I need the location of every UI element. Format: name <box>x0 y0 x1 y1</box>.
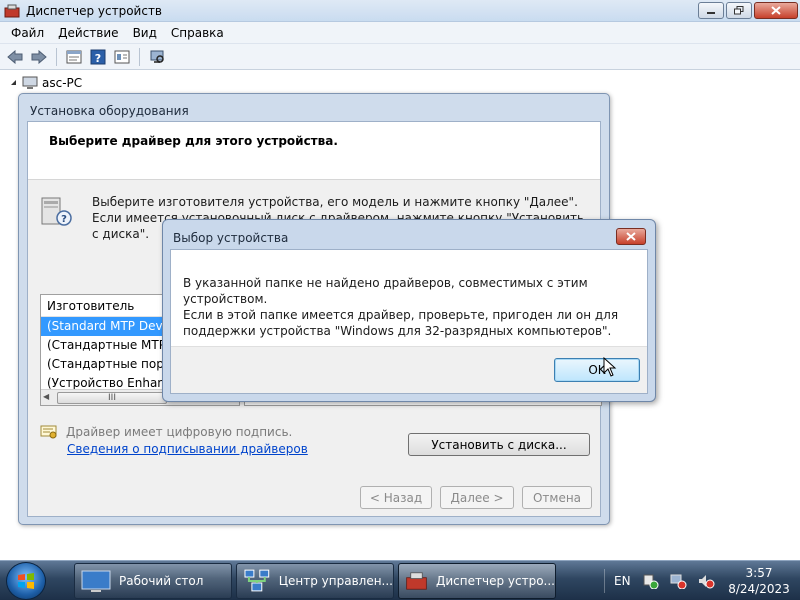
properties-button[interactable] <box>63 47 85 67</box>
minimize-button[interactable] <box>698 2 724 19</box>
svg-text:?: ? <box>95 52 101 65</box>
toolbar: ? <box>0 44 800 70</box>
device-manager-icon <box>4 4 20 17</box>
view-button[interactable] <box>111 47 133 67</box>
network-warning-icon[interactable] <box>669 573 687 589</box>
clock-date: 8/24/2023 <box>728 582 790 596</box>
view-icon <box>114 50 130 63</box>
task-label: Рабочий стол <box>119 574 204 588</box>
properties-icon <box>66 50 82 63</box>
menu-view[interactable]: Вид <box>126 26 164 40</box>
clock-time: 3:57 <box>745 566 773 580</box>
ok-button[interactable]: OK <box>554 358 640 382</box>
menu-help[interactable]: Справка <box>164 26 231 40</box>
scan-hardware-icon <box>150 50 164 63</box>
forward-arrow-icon <box>31 49 47 64</box>
close-icon <box>771 6 781 15</box>
close-icon <box>626 232 636 241</box>
minimize-icon <box>707 11 715 14</box>
dialog-title: Выбор устройства <box>173 231 289 245</box>
computer-icon <box>22 76 38 89</box>
svg-text:?: ? <box>61 214 67 225</box>
device-manager-icon <box>406 572 427 590</box>
title-bar[interactable]: Диспетчер устройств <box>0 0 800 22</box>
dialog-footer: OK <box>171 346 647 393</box>
windows-logo-icon <box>18 573 34 589</box>
help-icon: ? <box>90 49 106 65</box>
scrollbar-thumb[interactable]: III <box>57 392 167 404</box>
task-label: Центр управлен... <box>278 574 393 588</box>
wizard-header: Выберите драйвер для этого устройства. <box>28 122 600 180</box>
signed-driver-text: Драйвер имеет цифровую подпись. <box>66 425 293 439</box>
signature-row: Драйвер имеет цифровую подпись. <box>40 424 292 440</box>
scan-hardware-button[interactable] <box>146 47 168 67</box>
dialog-close-button[interactable] <box>616 228 646 245</box>
scroll-left-icon[interactable]: ◀ <box>43 392 49 401</box>
action-center-icon[interactable] <box>641 573 659 589</box>
taskbar: Рабочий стол Центр управлен... Диспетчер… <box>0 560 800 600</box>
task-label: Диспетчер устро... <box>436 574 555 588</box>
task-desktop[interactable]: Рабочий стол <box>74 563 232 599</box>
back-arrow-icon <box>7 49 23 64</box>
cancel-button[interactable]: Отмена <box>522 486 592 509</box>
forward-button[interactable] <box>28 47 50 67</box>
install-from-disk-button[interactable]: Установить с диска... <box>408 433 590 456</box>
window-controls <box>698 2 798 19</box>
back-button[interactable] <box>4 47 26 67</box>
dialog-message-line: В указанной папке не найдено драйверов, … <box>183 276 588 306</box>
help-button[interactable]: ? <box>87 47 109 67</box>
restore-icon <box>734 6 744 15</box>
language-indicator[interactable]: EN <box>614 574 631 588</box>
task-device-manager[interactable]: Диспетчер устро... <box>398 563 556 599</box>
window-title: Диспетчер устройств <box>26 3 163 18</box>
toolbar-separator <box>139 47 140 66</box>
driver-signing-link[interactable]: Сведения о подписывании драйверов <box>67 442 308 456</box>
maximize-button[interactable] <box>726 2 752 19</box>
desktop-icon <box>81 570 111 592</box>
signed-certificate-icon <box>40 425 57 439</box>
dialog-message-line: поддержки устройства "Windows для 32-раз… <box>183 324 612 338</box>
toolbar-separator <box>56 47 57 66</box>
tree-root-label: asc-PC <box>42 76 83 90</box>
expand-arrow-icon[interactable] <box>10 79 18 87</box>
system-tray: EN <box>600 561 715 600</box>
next-button[interactable]: Далее > <box>440 486 514 509</box>
volume-muted-icon[interactable] <box>697 573 715 589</box>
dialog-body: В указанной папке не найдено драйверов, … <box>170 249 648 394</box>
clock[interactable]: 3:57 8/24/2023 <box>720 565 798 597</box>
back-button[interactable]: < Назад <box>360 486 432 509</box>
mouse-cursor-icon <box>603 357 617 377</box>
device-question-icon: ? <box>41 197 72 226</box>
dialog-message: В указанной папке не найдено драйверов, … <box>183 275 633 339</box>
network-center-icon <box>244 569 270 592</box>
dialog-message-line: Если в этой папке имеется драйвер, прове… <box>183 308 619 322</box>
wizard-title: Установка оборудования <box>30 104 189 118</box>
wizard-heading: Выберите драйвер для этого устройства. <box>49 134 338 148</box>
select-device-dialog: Выбор устройства В указанной папке не на… <box>162 219 656 402</box>
task-control-panel[interactable]: Центр управлен... <box>236 563 394 599</box>
tree-root[interactable]: asc-PC <box>10 76 82 90</box>
close-button[interactable] <box>754 2 798 19</box>
menu-bar: Файл Действие Вид Справка <box>0 22 800 44</box>
menu-file[interactable]: Файл <box>4 26 51 40</box>
start-button[interactable] <box>6 562 46 600</box>
menu-action[interactable]: Действие <box>51 26 125 40</box>
